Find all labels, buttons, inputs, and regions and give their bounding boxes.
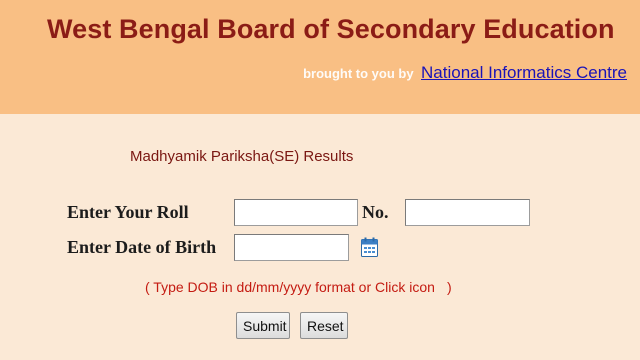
no-input[interactable] <box>405 199 530 226</box>
dob-input[interactable] <box>234 234 349 261</box>
credit-line: brought to you by National Informatics C… <box>303 63 627 83</box>
reset-button[interactable]: Reset <box>300 312 348 339</box>
no-label: No. <box>362 202 389 222</box>
dob-label: Enter Date of Birth <box>67 237 217 257</box>
results-heading: Madhyamik Pariksha(SE) Results <box>130 148 354 165</box>
header-banner: West Bengal Board of Secondary Education… <box>0 0 640 114</box>
page: West Bengal Board of Secondary Education… <box>0 0 640 360</box>
board-title: West Bengal Board of Secondary Education <box>47 14 615 44</box>
roll-label: Enter Your Roll <box>67 202 189 222</box>
calendar-icon[interactable] <box>361 237 378 257</box>
dob-format-hint: ( Type DOB in dd/mm/yyyy format or Click… <box>145 279 452 295</box>
hint-close-paren: ) <box>446 279 452 295</box>
submit-button[interactable]: Submit <box>236 312 290 339</box>
nic-link[interactable]: National Informatics Centre <box>421 63 627 82</box>
credit-prefix: brought to you by <box>303 66 414 81</box>
roll-input[interactable] <box>234 199 358 226</box>
hint-text: ( Type DOB in dd/mm/yyyy format or Click… <box>145 279 435 295</box>
